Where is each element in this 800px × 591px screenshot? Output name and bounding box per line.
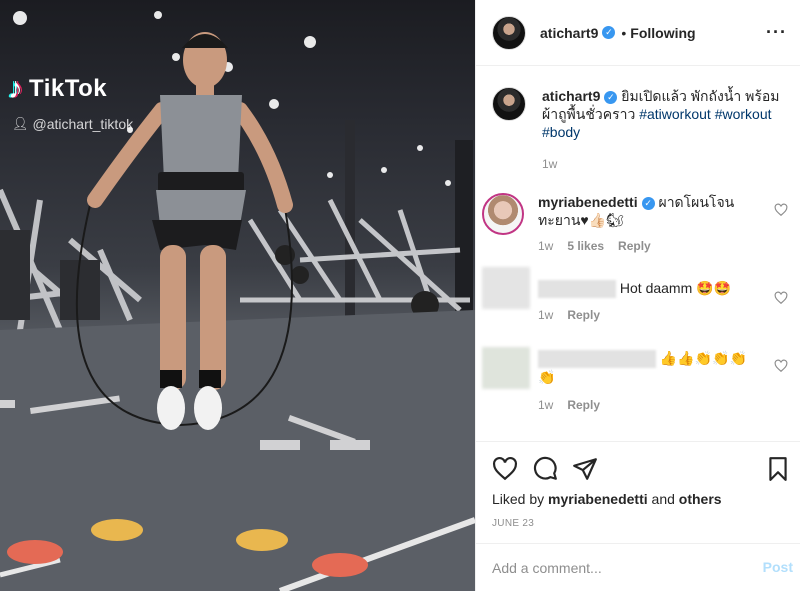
post-sidebar: atichart9 ✓ • Following ··· atichart9 ✓ ย… [475,0,800,591]
comment-composer: Post [476,543,800,591]
redacted-username[interactable] [538,280,616,299]
hashtag-link[interactable]: #workout [715,106,772,122]
commenter-avatar[interactable] [482,267,530,309]
reply-button[interactable]: Reply [567,398,600,412]
redacted-username[interactable] [538,350,656,369]
liked-by-and: and [651,491,675,507]
like-comment-heart-icon[interactable] [774,359,788,373]
separator-dot: • [621,24,627,41]
commenter-avatar[interactable] [482,347,530,389]
like-comment-heart-icon[interactable] [774,203,788,217]
hashtag-link[interactable]: #atiworkout [639,106,711,122]
share-icon[interactable] [572,456,598,482]
liked-by-others-link[interactable]: others [679,491,722,507]
comment-input[interactable] [492,556,732,580]
tiktok-watermark: ♪ TikTok [8,74,107,104]
bookmark-icon[interactable] [765,456,791,482]
verified-badge-icon: ✓ [641,197,655,210]
post-caption: atichart9 ✓ ยิมเปิดแล้ว พักถังน้ำ พร้อม ผ… [492,87,792,171]
tiktok-icon: ♪ [8,72,23,105]
post-actions: Liked by myriabenedetti and others JUNE … [476,441,800,529]
author-username[interactable]: atichart9 [540,25,598,41]
comment-timestamp[interactable]: 1w [538,398,553,412]
caption-timestamp[interactable]: 1w [542,157,792,171]
comment-timestamp[interactable]: 1w [538,308,553,322]
author-avatar[interactable] [492,15,526,50]
more-options-icon[interactable]: ··· [766,22,787,43]
comment-timestamp[interactable]: 1w [538,239,553,253]
comment-item: Hot daamm 🤩🤩 1w Reply [482,267,794,322]
tiktok-handle: 👤︎ @atichart_tiktok [12,116,133,132]
comment-likes-count[interactable]: 5 likes [567,239,604,253]
liked-by-summary: Liked by myriabenedetti and others [492,491,792,507]
verified-badge-icon: ✓ [602,26,616,39]
comment-item: myriabenedetti ✓ ผาดโผนโจน ทะยาน♥👍🏻🐿 1w 5… [482,193,794,253]
reply-button[interactable]: Reply [567,308,600,322]
post-media[interactable]: ♪ TikTok 👤︎ @atichart_tiktok [0,0,475,591]
reply-button[interactable]: Reply [618,239,651,253]
user-icon: 👤︎ [12,116,29,131]
following-button[interactable]: Following [630,25,695,41]
comment-item: 👍👍👏👏👏 👏 1w Reply [482,347,794,412]
heart-icon[interactable] [492,456,518,482]
tiktok-handle-text: @atichart_tiktok [32,116,134,132]
post-date[interactable]: JUNE 23 [492,518,534,529]
liked-by-label: Liked by [492,491,545,507]
verified-badge-icon: ✓ [604,91,618,104]
comment-text: Hot daamm 🤩🤩 [619,280,732,296]
post-header: atichart9 ✓ • Following ··· [476,0,800,66]
post-comment-button[interactable]: Post [763,559,793,575]
comment-icon[interactable] [532,456,558,482]
liked-by-user-link[interactable]: myriabenedetti [548,491,648,507]
commenter-username[interactable]: myriabenedetti [538,194,638,210]
tiktok-wordmark: TikTok [29,75,108,102]
hashtag-link[interactable]: #body [542,124,580,140]
like-comment-heart-icon[interactable] [774,291,788,305]
caption-author-avatar[interactable] [492,87,526,121]
commenter-avatar[interactable] [482,193,524,235]
comments-list[interactable]: atichart9 ✓ ยิมเปิดแล้ว พักถังน้ำ พร้อม ผ… [476,67,800,440]
caption-username[interactable]: atichart9 [542,88,600,104]
